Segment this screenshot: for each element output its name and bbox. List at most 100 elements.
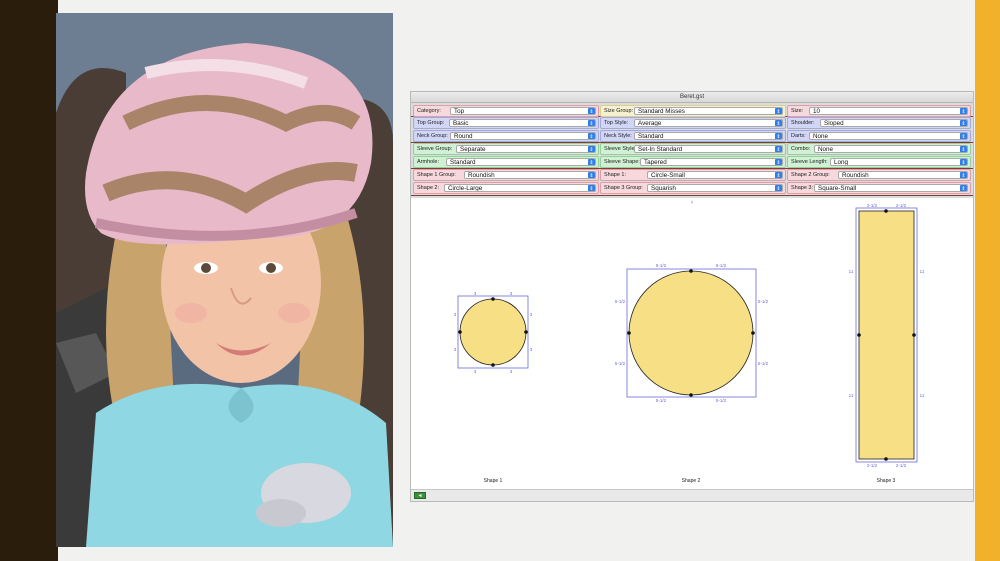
option-label: Shape 1 Group: (417, 172, 456, 178)
chevron-updown-icon[interactable]: ⇕ (775, 108, 782, 114)
option-select[interactable]: Round ⇕ (450, 132, 596, 140)
option-value: None (818, 146, 834, 153)
bottom-scrollbar[interactable]: ◂ (411, 489, 973, 501)
option-field: Top Style: Average ⇕ (600, 117, 786, 129)
shape1-dim-left-bottom: 3 (454, 347, 457, 352)
shape3-dim-top-right: 2-1/2 (896, 203, 907, 208)
option-label: Sleeve Group: (417, 146, 453, 152)
shape1-dim-right-top: 3 (530, 312, 533, 317)
option-value: Long (834, 159, 849, 166)
option-label: Armhole: (417, 159, 440, 165)
chevron-updown-icon[interactable]: ⇕ (588, 120, 595, 126)
chevron-updown-icon[interactable]: ⇕ (775, 146, 782, 152)
shape2-dim-bottom-right: 5-1/2 (716, 398, 727, 403)
shape3-dim-right-top: 11 (920, 269, 925, 274)
option-field: Neck Group: Round ⇕ (413, 130, 599, 142)
chevron-updown-icon[interactable]: ⇕ (775, 120, 782, 126)
option-label: Sleeve Length: (791, 159, 828, 165)
chevron-updown-icon[interactable]: ⇕ (960, 133, 967, 139)
option-label: Shape 2: (417, 185, 440, 191)
shape1-dim-top-left: 3 (474, 291, 477, 296)
option-field: Shape 3 Group: Squarish ⇕ (600, 182, 786, 194)
chevron-updown-icon[interactable]: ⇕ (775, 133, 782, 139)
chevron-updown-icon[interactable]: ⇕ (588, 146, 595, 152)
option-label: Top Group: (417, 120, 445, 126)
option-value: Standard (638, 133, 664, 140)
option-select[interactable]: Roundish ⇕ (838, 171, 968, 179)
shape-1[interactable]: 3 3 3 3 3 3 3 3 Shape 1 (454, 291, 533, 484)
option-select[interactable]: Standard Misses ⇕ (634, 107, 783, 115)
shape3-label: Shape 3 (877, 478, 896, 484)
shape-3[interactable]: 2-1/2 2-1/2 2-1/2 2-1/2 11 11 11 11 Shap… (849, 203, 925, 484)
shape2-label: Shape 2 (682, 478, 701, 484)
option-field: Size: 10 ⇕ (787, 105, 971, 117)
option-value: None (813, 133, 829, 140)
option-select[interactable]: Circle-Large ⇕ (444, 184, 596, 192)
chevron-updown-icon[interactable]: ⇕ (775, 185, 782, 191)
option-value: Roundish (468, 172, 495, 179)
chevron-updown-icon[interactable]: ⇕ (775, 172, 782, 178)
option-select[interactable]: Average ⇕ (634, 119, 783, 127)
option-value: Circle-Large (448, 185, 483, 192)
option-select[interactable]: Top ⇕ (450, 107, 596, 115)
option-label: Top Style: (604, 120, 629, 126)
option-row: Shape 1 Group: Roundish ⇕ Shape 1: Circle-Sm… (413, 169, 971, 181)
shape3-dim-left-bottom: 11 (849, 393, 854, 398)
option-row: Sleeve Group: Separate ⇕ Sleeve Style: Set-I… (413, 143, 971, 155)
shape1-dim-left-top: 3 (454, 312, 457, 317)
option-field: Sleeve Group: Separate ⇕ (413, 143, 599, 155)
option-select[interactable]: None ⇕ (814, 145, 968, 153)
option-row: Top Group: Basic ⇕ Top Style: Average ⇕ Should… (413, 117, 971, 129)
chevron-updown-icon[interactable]: ⇕ (960, 185, 967, 191)
option-select[interactable]: Circle-Small ⇕ (647, 171, 783, 179)
option-field: Sleeve Style: Set-In Standard ⇕ (600, 143, 786, 155)
option-select[interactable]: Tapered ⇕ (640, 158, 783, 166)
option-field: Armhole: Standard ⇕ (413, 156, 599, 168)
option-value: Standard (450, 159, 476, 166)
chevron-updown-icon[interactable]: ⇕ (960, 108, 967, 114)
option-select[interactable]: Long ⇕ (830, 158, 968, 166)
option-select[interactable]: Standard ⇕ (634, 132, 783, 140)
chevron-updown-icon[interactable]: ⇕ (960, 120, 967, 126)
option-select[interactable]: Square-Small ⇕ (814, 184, 968, 192)
shape-2[interactable]: 5-1/2 5-1/2 5-1/2 5-1/2 5-1/2 5-1/2 5-1/… (615, 263, 769, 484)
option-select[interactable]: Standard ⇕ (446, 158, 596, 166)
option-select[interactable]: Roundish ⇕ (464, 171, 596, 179)
option-label: Neck Style: (604, 133, 632, 139)
shape1-label: Shape 1 (484, 478, 503, 484)
option-field: Shape 2: Circle-Large ⇕ (413, 182, 599, 194)
option-field: Neck Style: Standard ⇕ (600, 130, 786, 142)
option-field: Shape 3: Square-Small ⇕ (787, 182, 971, 194)
chevron-updown-icon[interactable]: ⇕ (588, 172, 595, 178)
chevron-updown-icon[interactable]: ⇕ (960, 159, 967, 165)
chevron-updown-icon[interactable]: ⇕ (960, 172, 967, 178)
shape2-dim-right-bottom: 5-1/2 (758, 361, 769, 366)
chevron-updown-icon[interactable]: ⇕ (588, 108, 595, 114)
shape1-dim-bottom-left: 3 (474, 369, 477, 374)
option-select[interactable]: Sloped ⇕ (820, 119, 968, 127)
right-decor-bar (975, 0, 1000, 561)
chevron-updown-icon[interactable]: ⇕ (588, 159, 595, 165)
option-field: Shape 1 Group: Roundish ⇕ (413, 169, 599, 181)
option-value: Circle-Small (651, 172, 685, 179)
shape2-dim-top-left: 5-1/2 (656, 263, 667, 268)
option-select[interactable]: Squarish ⇕ (647, 184, 783, 192)
chevron-updown-icon[interactable]: ⇕ (775, 159, 782, 165)
option-field: Size Group: Standard Misses ⇕ (600, 105, 786, 117)
svg-text:˄: ˄ (691, 200, 694, 206)
option-select[interactable]: Separate ⇕ (456, 145, 596, 153)
scroll-left-icon[interactable]: ◂ (414, 492, 426, 499)
option-label: Combo: (791, 146, 811, 152)
option-field: Sleeve Shape: Tapered ⇕ (600, 156, 786, 168)
option-value: Tapered (644, 159, 667, 166)
option-select[interactable]: None ⇕ (809, 132, 968, 140)
option-label: Size: (791, 108, 804, 114)
chevron-updown-icon[interactable]: ⇕ (588, 185, 595, 191)
option-select[interactable]: 10 ⇕ (809, 107, 968, 115)
option-select[interactable]: Set-In Standard ⇕ (634, 145, 783, 153)
option-select[interactable]: Basic ⇕ (449, 119, 596, 127)
chevron-updown-icon[interactable]: ⇕ (960, 146, 967, 152)
chevron-updown-icon[interactable]: ⇕ (588, 133, 595, 139)
option-value: Standard Misses (638, 108, 685, 115)
shape3-dim-bottom-left: 2-1/2 (867, 463, 878, 468)
